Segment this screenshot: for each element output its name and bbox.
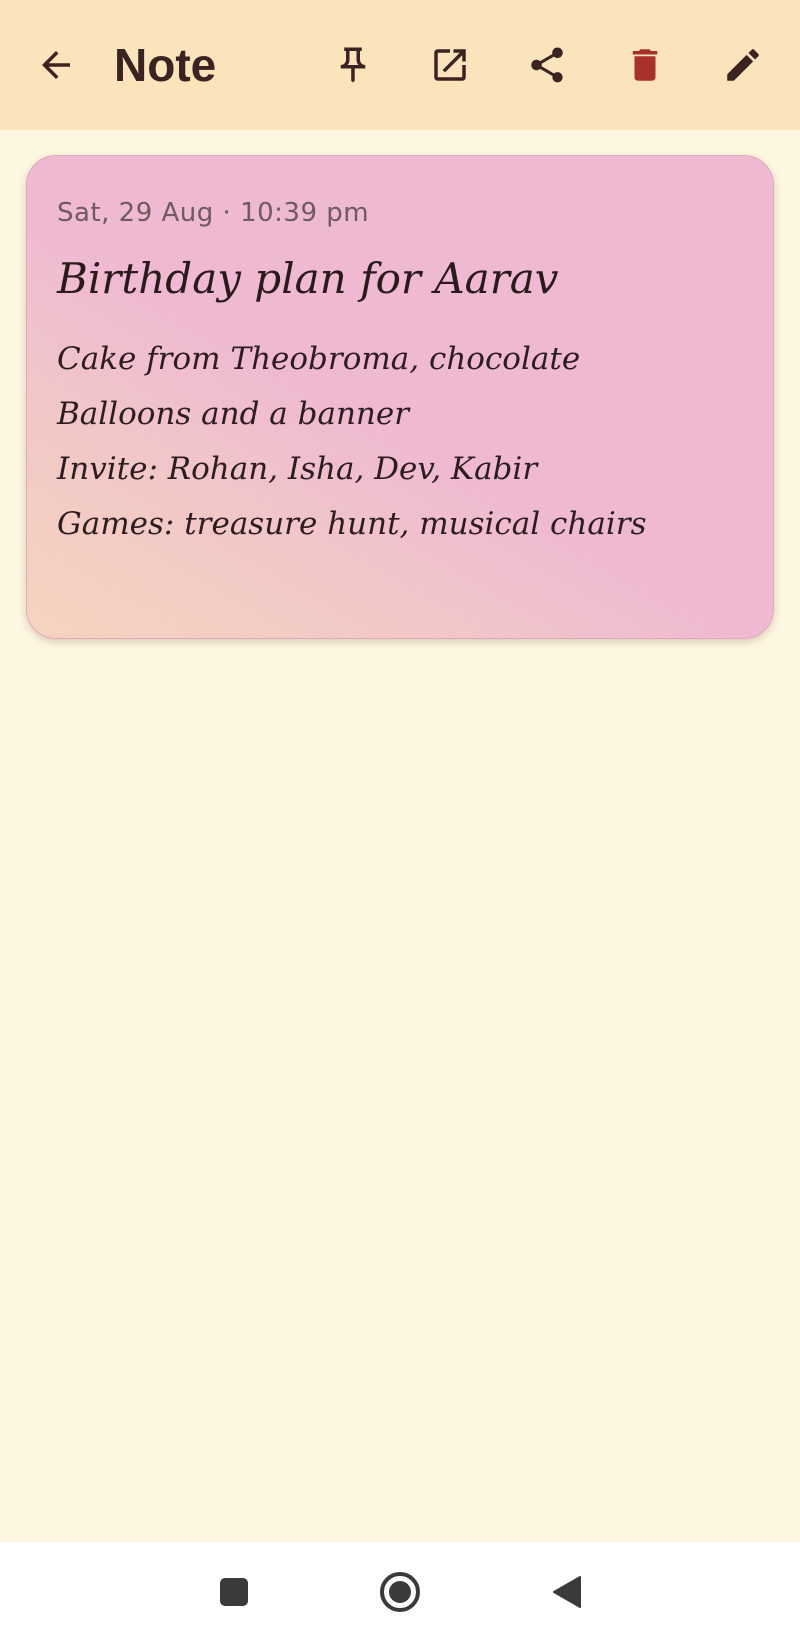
open-external-button[interactable] — [418, 33, 482, 97]
system-nav-bar — [0, 1542, 800, 1638]
open-in-new-icon — [434, 49, 466, 81]
note-title: Birthday plan for Aarav — [57, 254, 559, 303]
note-line: Games: treasure hunt, musical chairs — [57, 506, 647, 542]
note-line: Balloons and a banner — [57, 396, 410, 432]
delete-button[interactable] — [613, 33, 677, 97]
home-button[interactable] — [370, 1562, 430, 1622]
square-icon — [220, 1578, 248, 1606]
note-body: Cake from Theobroma, chocolate Balloons … — [57, 332, 747, 552]
edit-button[interactable] — [711, 33, 775, 97]
note-card[interactable]: Sat, 29 Aug · 10:39 pm Birthday plan for… — [26, 155, 774, 639]
page-title: Note — [114, 39, 217, 91]
arrow-left-icon — [42, 51, 70, 79]
app-bar: Note — [0, 0, 800, 130]
note-line: Cake from Theobroma, chocolate — [57, 341, 581, 377]
share-button[interactable] — [515, 33, 579, 97]
pencil-icon — [727, 49, 759, 81]
note-date: Sat, 29 Aug · 10:39 pm — [57, 198, 370, 228]
pin-icon — [340, 47, 366, 83]
note-line: Invite: Rohan, Isha, Dev, Kabir — [57, 451, 538, 487]
triangle-back-icon — [553, 1576, 581, 1608]
nav-back-button[interactable] — [536, 1562, 596, 1622]
circle-icon — [380, 1572, 420, 1612]
share-icon — [531, 47, 563, 83]
recents-button[interactable] — [204, 1562, 264, 1622]
back-button[interactable] — [24, 33, 88, 97]
note-content-area: Sat, 29 Aug · 10:39 pm Birthday plan for… — [0, 130, 800, 1542]
pin-button[interactable] — [321, 33, 385, 97]
trash-icon — [632, 49, 658, 81]
